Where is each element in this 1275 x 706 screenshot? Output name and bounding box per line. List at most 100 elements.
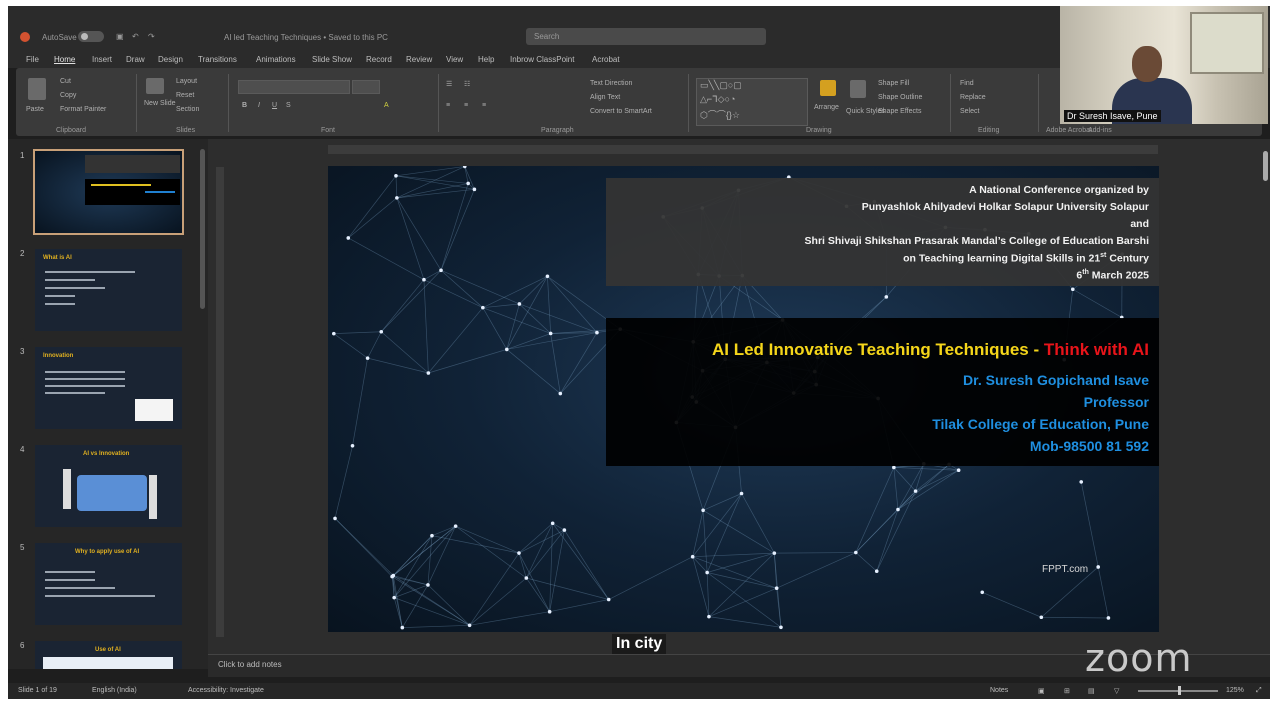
font-color-icon[interactable]: A (384, 102, 389, 109)
network-line (440, 183, 469, 271)
shape-outline-button[interactable]: Shape Outline (878, 94, 922, 101)
thumbnail-slide-6[interactable]: Use of AI (35, 641, 182, 669)
tab-insert[interactable]: Insert (92, 55, 112, 64)
zoom-level[interactable]: 125% (1226, 687, 1244, 694)
network-line (702, 510, 775, 554)
network-node (332, 331, 336, 336)
network-node (606, 597, 611, 602)
org-line-date: 6th March 2025 (1076, 269, 1149, 282)
paste-icon[interactable] (28, 78, 46, 100)
language-indicator[interactable]: English (India) (92, 687, 137, 694)
undo-icon[interactable]: ↶ (132, 32, 139, 41)
align-left-icon[interactable]: ≡ (446, 102, 450, 109)
new-slide-icon[interactable] (146, 78, 164, 94)
tab-help[interactable]: Help (478, 55, 494, 64)
date-month-year: March 2025 (1091, 269, 1149, 282)
align-right-icon[interactable]: ≡ (482, 102, 486, 109)
editor-scrollbar[interactable] (1263, 151, 1268, 181)
underline-icon[interactable]: U (272, 102, 277, 109)
autosave-toggle[interactable] (78, 31, 104, 42)
convert-smartart-button[interactable]: Convert to SmartArt (590, 108, 652, 115)
thumb-text-line (45, 279, 95, 281)
network-line (526, 529, 565, 579)
thumbnail-slide-5[interactable]: Why to apply use of AI (35, 543, 182, 625)
bullets-icon[interactable]: ☰ (446, 80, 452, 88)
save-icon[interactable]: ▣ (116, 32, 124, 41)
font-name-select[interactable] (238, 80, 350, 94)
new-slide-button[interactable]: New Slide (144, 100, 176, 107)
fit-to-window-icon[interactable]: ⤢ (1256, 687, 1262, 695)
slide-sorter-icon[interactable]: ⊞ (1064, 687, 1070, 695)
network-node (690, 554, 695, 559)
tab-transitions[interactable]: Transitions (198, 55, 237, 64)
text-direction-button[interactable]: Text Direction (590, 80, 632, 87)
layout-button[interactable]: Layout (176, 78, 197, 85)
thumb-header-box (85, 155, 180, 173)
network-node (426, 583, 430, 587)
reset-button[interactable]: Reset (176, 92, 194, 99)
thumbnail-slide-4[interactable]: AI vs Innovation (35, 445, 182, 527)
tab-file[interactable]: File (26, 55, 39, 64)
tab-view[interactable]: View (446, 55, 463, 64)
thumbnail-title: Use of AI (95, 647, 121, 653)
network-line (396, 183, 469, 199)
speaker-mobile: Mob-98500 81 592 (1029, 438, 1149, 454)
copy-button[interactable]: Copy (60, 92, 76, 99)
search-input[interactable]: Search (526, 28, 766, 45)
tab-acrobat[interactable]: Acrobat (592, 55, 620, 64)
numbering-icon[interactable]: ☷ (464, 80, 470, 88)
reading-view-icon[interactable]: ▤ (1088, 687, 1095, 695)
strikethrough-icon[interactable]: S (286, 102, 291, 109)
replace-button[interactable]: Replace (960, 94, 986, 101)
arrange-icon[interactable] (820, 80, 836, 96)
network-line (897, 464, 950, 510)
font-size-select[interactable] (352, 80, 380, 94)
align-text-button[interactable]: Align Text (590, 94, 620, 101)
group-label-adobe: Adobe Acrobat (1046, 127, 1092, 134)
tab-review[interactable]: Review (406, 55, 432, 64)
shape-effects-button[interactable]: Shape Effects (878, 108, 921, 115)
network-line (608, 556, 693, 600)
cut-button[interactable]: Cut (60, 78, 71, 85)
italic-icon[interactable]: I (258, 102, 260, 109)
tab-slide-show[interactable]: Slide Show (312, 55, 352, 64)
normal-view-icon[interactable]: ▣ (1038, 687, 1045, 695)
bold-icon[interactable]: B (242, 102, 247, 109)
status-bar: Slide 1 of 19 English (India) Accessibil… (8, 683, 1270, 699)
tab-home[interactable]: Home (54, 55, 75, 64)
thumbnail-slide-3[interactable]: Innovation (35, 347, 182, 429)
find-button[interactable]: Find (960, 80, 974, 87)
network-line (333, 333, 368, 359)
thumbnail-slide-2[interactable]: What is AI (35, 249, 182, 331)
thumbnail-slide-1[interactable] (33, 149, 184, 235)
quick-styles-icon[interactable] (850, 80, 866, 98)
section-button[interactable]: Section (176, 106, 199, 113)
paste-button[interactable]: Paste (26, 106, 44, 113)
tab-draw[interactable]: Draw (126, 55, 145, 64)
shapes-icons: ▭╲╲▢○▢ (700, 80, 742, 90)
horizontal-ruler (328, 145, 1158, 154)
align-center-icon[interactable]: ≡ (464, 102, 468, 109)
screen-recording: AutoSave ▣ ↶ ↷ AI led Teaching Technique… (0, 0, 1275, 706)
tab-classpoint[interactable]: Inbrow ClassPoint (510, 55, 574, 64)
arrange-button[interactable]: Arrange (814, 104, 839, 111)
org-line: and (1130, 218, 1149, 230)
tab-design[interactable]: Design (158, 55, 183, 64)
tab-animations[interactable]: Animations (256, 55, 296, 64)
network-line (396, 197, 425, 280)
select-button[interactable]: Select (960, 108, 979, 115)
accessibility-indicator[interactable]: Accessibility: Investigate (188, 687, 264, 694)
slideshow-icon[interactable]: ▽ (1114, 687, 1119, 695)
format-painter-button[interactable]: Format Painter (60, 106, 106, 113)
notes-button[interactable]: Notes (990, 687, 1008, 694)
tab-record[interactable]: Record (366, 55, 392, 64)
network-line (526, 523, 553, 579)
thumb-image (135, 399, 173, 421)
network-line (915, 463, 925, 492)
redo-icon[interactable]: ↷ (148, 32, 155, 41)
zoom-slider-thumb[interactable] (1178, 686, 1181, 695)
current-slide[interactable]: A National Conference organized by Punya… (328, 166, 1159, 632)
thumbnail-scrollbar[interactable] (200, 149, 205, 309)
shape-fill-button[interactable]: Shape Fill (878, 80, 909, 87)
network-node (854, 550, 858, 555)
